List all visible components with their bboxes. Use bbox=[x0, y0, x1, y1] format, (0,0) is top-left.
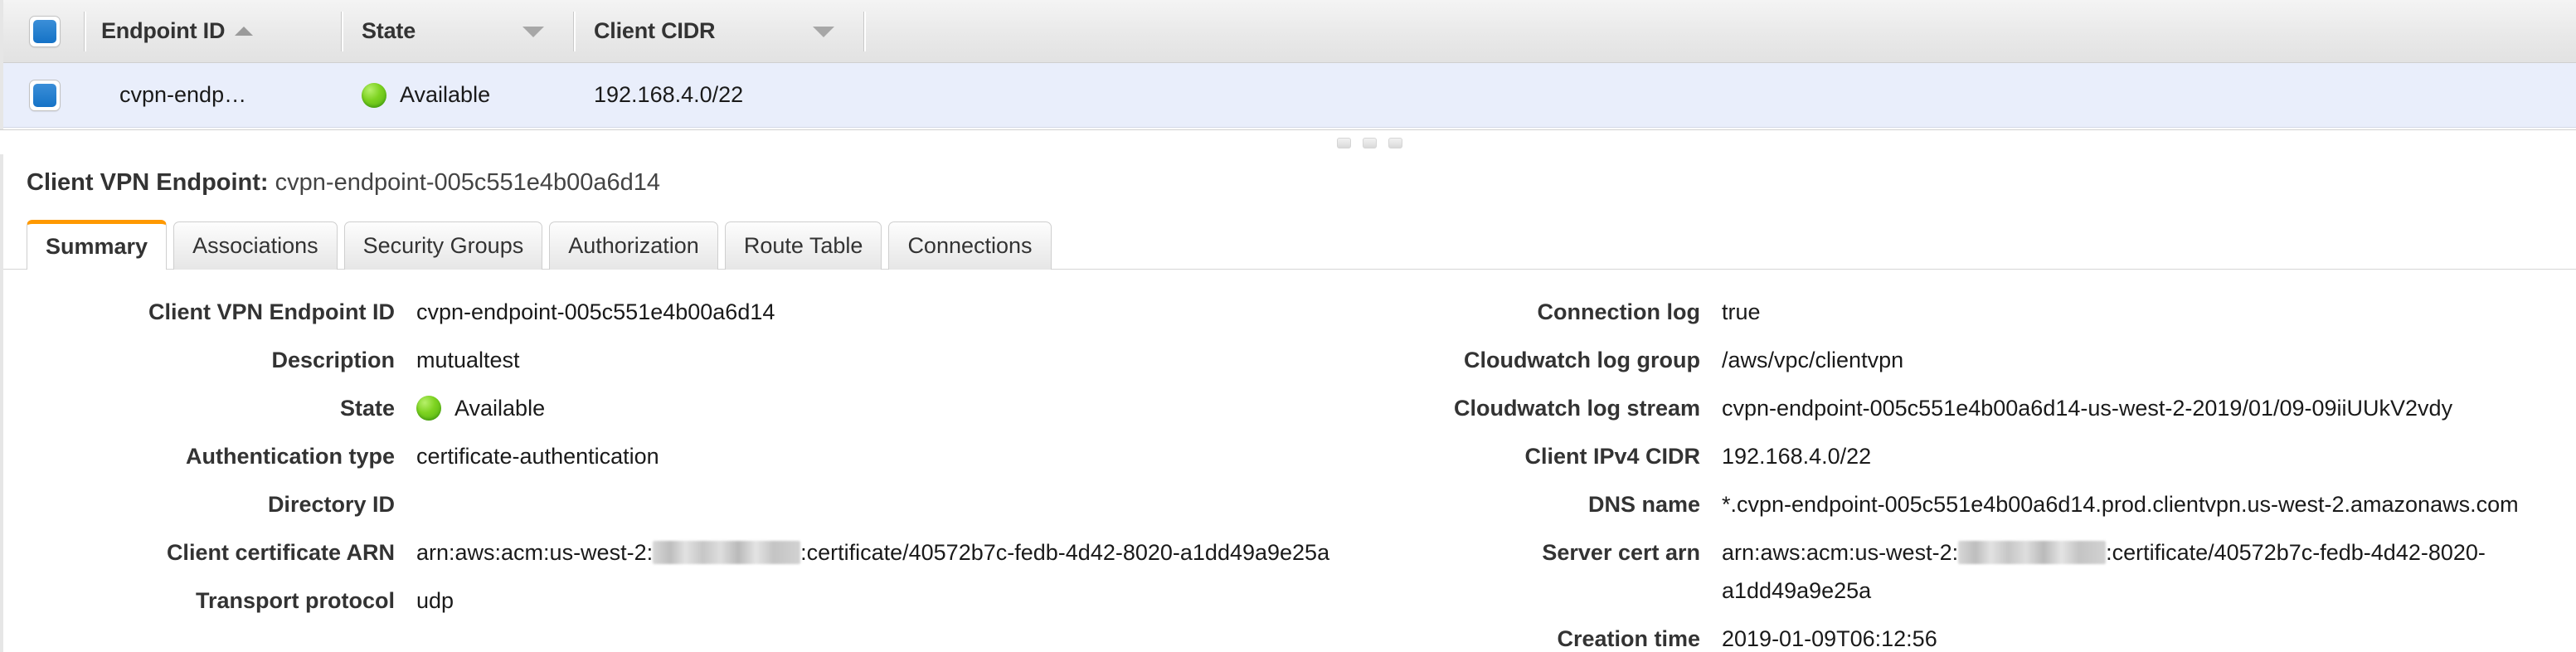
field-state-value-text: Available bbox=[454, 396, 546, 421]
cell-endpoint-id: cvpn-endp… bbox=[119, 82, 247, 107]
redacted-account-id bbox=[653, 540, 801, 564]
select-all-checkbox-icon[interactable] bbox=[29, 15, 61, 47]
field-cloudwatch-log-group: Cloudwatch log group /aws/vpc/clientvpn bbox=[1405, 341, 2566, 379]
field-client-vpn-endpoint-id-value: cvpn-endpoint-005c551e4b00a6d14 bbox=[416, 299, 775, 324]
field-transport-protocol-value: udp bbox=[416, 588, 454, 613]
detail-tabs: Summary Associations Security Groups Aut… bbox=[3, 217, 2576, 270]
column-header-state-label: State bbox=[362, 18, 416, 43]
field-state: State Available bbox=[3, 389, 1405, 427]
row-select-cell[interactable] bbox=[3, 63, 86, 128]
field-dns-name: DNS name *.cvpn-endpoint-005c551e4b00a6d… bbox=[1405, 485, 2566, 523]
tab-security-groups[interactable]: Security Groups bbox=[343, 221, 543, 270]
pane-splitter[interactable] bbox=[0, 129, 2576, 154]
field-server-cert-arn-label: Server cert arn bbox=[1542, 540, 1700, 565]
field-description-label: Description bbox=[271, 348, 395, 372]
field-dns-name-label: DNS name bbox=[1587, 492, 1700, 517]
field-cloudwatch-log-group-value: /aws/vpc/clientvpn bbox=[1722, 348, 1904, 372]
field-directory-id-value bbox=[416, 485, 1405, 523]
field-creation-time-value: 2019-01-09T06:12:56 bbox=[1722, 626, 1937, 651]
table-header-row: Endpoint ID State Client CIDR bbox=[3, 0, 2576, 63]
field-creation-time-label: Creation time bbox=[1557, 626, 1700, 651]
cell-state-label: Available bbox=[400, 82, 491, 107]
field-connection-log-value: true bbox=[1722, 299, 1761, 324]
column-header-endpoint-id-label: Endpoint ID bbox=[101, 18, 226, 43]
status-dot-green-icon bbox=[362, 82, 386, 108]
sort-ascending-icon[interactable] bbox=[235, 27, 254, 36]
field-cloudwatch-log-stream: Cloudwatch log stream cvpn-endpoint-005c… bbox=[1405, 389, 2566, 427]
tab-connections[interactable]: Connections bbox=[888, 221, 1052, 270]
field-description-value: mutualtest bbox=[416, 348, 520, 372]
field-transport-protocol-label: Transport protocol bbox=[195, 588, 395, 613]
aws-vpc-client-vpn-console: Endpoint ID State Client CIDR cvpn-endp… bbox=[0, 0, 2576, 652]
field-client-certificate-arn-value: arn:aws:acm:us-west-2: :certificate/40572… bbox=[416, 533, 1405, 572]
field-directory-id-label: Directory ID bbox=[267, 492, 395, 517]
field-cloudwatch-log-stream-value: cvpn-endpoint-005c551e4b00a6d14-us-west-… bbox=[1722, 396, 2453, 421]
table-row[interactable]: cvpn-endp… Available 192.168.4.0/22 bbox=[3, 63, 2576, 128]
summary-detail-body: Client VPN Endpoint ID cvpn-endpoint-005… bbox=[3, 270, 2576, 652]
field-client-ipv4-cidr: Client IPv4 CIDR 192.168.4.0/22 bbox=[1405, 437, 2566, 475]
status-dot-green-icon bbox=[416, 396, 441, 421]
field-client-certificate-arn: Client certificate ARN arn:aws:acm:us-we… bbox=[3, 533, 1405, 572]
field-directory-id: Directory ID bbox=[3, 485, 1405, 523]
field-state-value: Available bbox=[416, 389, 1405, 427]
tab-route-table[interactable]: Route Table bbox=[724, 221, 882, 270]
summary-right-column: Connection log true Cloudwatch log group… bbox=[1405, 293, 2566, 652]
column-header-state[interactable]: State bbox=[343, 0, 576, 63]
field-client-ipv4-cidr-label: Client IPv4 CIDR bbox=[1524, 444, 1700, 469]
client-vpn-endpoints-list-pane: Endpoint ID State Client CIDR cvpn-endp… bbox=[0, 0, 2576, 129]
page-title-value: cvpn-endpoint-005c551e4b00a6d14 bbox=[275, 169, 661, 196]
field-description: Description mutualtest bbox=[3, 341, 1405, 379]
field-client-vpn-endpoint-id: Client VPN Endpoint ID cvpn-endpoint-005… bbox=[3, 293, 1405, 331]
field-creation-time: Creation time 2019-01-09T06:12:56 bbox=[1405, 620, 2566, 652]
field-server-cert-arn: Server cert arn arn:aws:acm:us-west-2::c… bbox=[1405, 533, 2566, 610]
field-connection-log: Connection log true bbox=[1405, 293, 2566, 331]
tab-authorization[interactable]: Authorization bbox=[549, 221, 718, 270]
column-header-select-all[interactable] bbox=[3, 0, 86, 63]
field-transport-protocol: Transport protocol udp bbox=[3, 581, 1405, 620]
field-client-certificate-arn-label: Client certificate ARN bbox=[166, 540, 395, 565]
arn-prefix: arn:aws:acm:us-west-2: bbox=[1722, 540, 1959, 565]
splitter-grip-icon[interactable] bbox=[1337, 138, 1402, 148]
endpoint-detail-pane: Client VPN Endpoint: cvpn-endpoint-005c5… bbox=[0, 154, 2576, 652]
field-authentication-type: Authentication type certificate-authenti… bbox=[3, 437, 1405, 475]
cell-state: Available bbox=[343, 63, 576, 128]
tab-summary[interactable]: Summary bbox=[27, 220, 168, 270]
arn-suffix: :certificate/40572b7c-fedb-4d42-8020-a1d… bbox=[800, 540, 1330, 565]
chevron-down-icon[interactable] bbox=[522, 26, 544, 37]
row-checkbox-icon[interactable] bbox=[29, 79, 61, 111]
field-authentication-type-value: certificate-authentication bbox=[416, 444, 659, 469]
chevron-down-icon[interactable] bbox=[813, 26, 834, 37]
summary-left-column: Client VPN Endpoint ID cvpn-endpoint-005… bbox=[3, 293, 1405, 652]
field-authentication-type-label: Authentication type bbox=[185, 444, 395, 469]
page-title: Client VPN Endpoint: cvpn-endpoint-005c5… bbox=[3, 154, 2576, 208]
column-header-client-cidr-label: Client CIDR bbox=[594, 18, 716, 43]
field-state-label: State bbox=[339, 396, 395, 421]
page-title-label: Client VPN Endpoint: bbox=[27, 169, 269, 196]
field-client-ipv4-cidr-value: 192.168.4.0/22 bbox=[1722, 444, 1872, 469]
field-client-vpn-endpoint-id-label: Client VPN Endpoint ID bbox=[148, 299, 395, 324]
cell-client-cidr: 192.168.4.0/22 bbox=[594, 82, 744, 107]
column-header-endpoint-id[interactable]: Endpoint ID bbox=[86, 0, 343, 63]
field-dns-name-value: *.cvpn-endpoint-005c551e4b00a6d14.prod.c… bbox=[1722, 492, 2519, 517]
field-connection-log-label: Connection log bbox=[1537, 299, 1700, 324]
column-header-client-cidr[interactable]: Client CIDR bbox=[576, 0, 866, 63]
field-cloudwatch-log-group-label: Cloudwatch log group bbox=[1464, 348, 1700, 372]
field-server-cert-arn-value: arn:aws:acm:us-west-2::certificate/40572… bbox=[1722, 533, 2566, 610]
field-cloudwatch-log-stream-label: Cloudwatch log stream bbox=[1453, 396, 1700, 421]
tab-associations[interactable]: Associations bbox=[173, 221, 338, 270]
arn-prefix: arn:aws:acm:us-west-2: bbox=[416, 540, 654, 565]
redacted-account-id bbox=[1958, 540, 2107, 564]
